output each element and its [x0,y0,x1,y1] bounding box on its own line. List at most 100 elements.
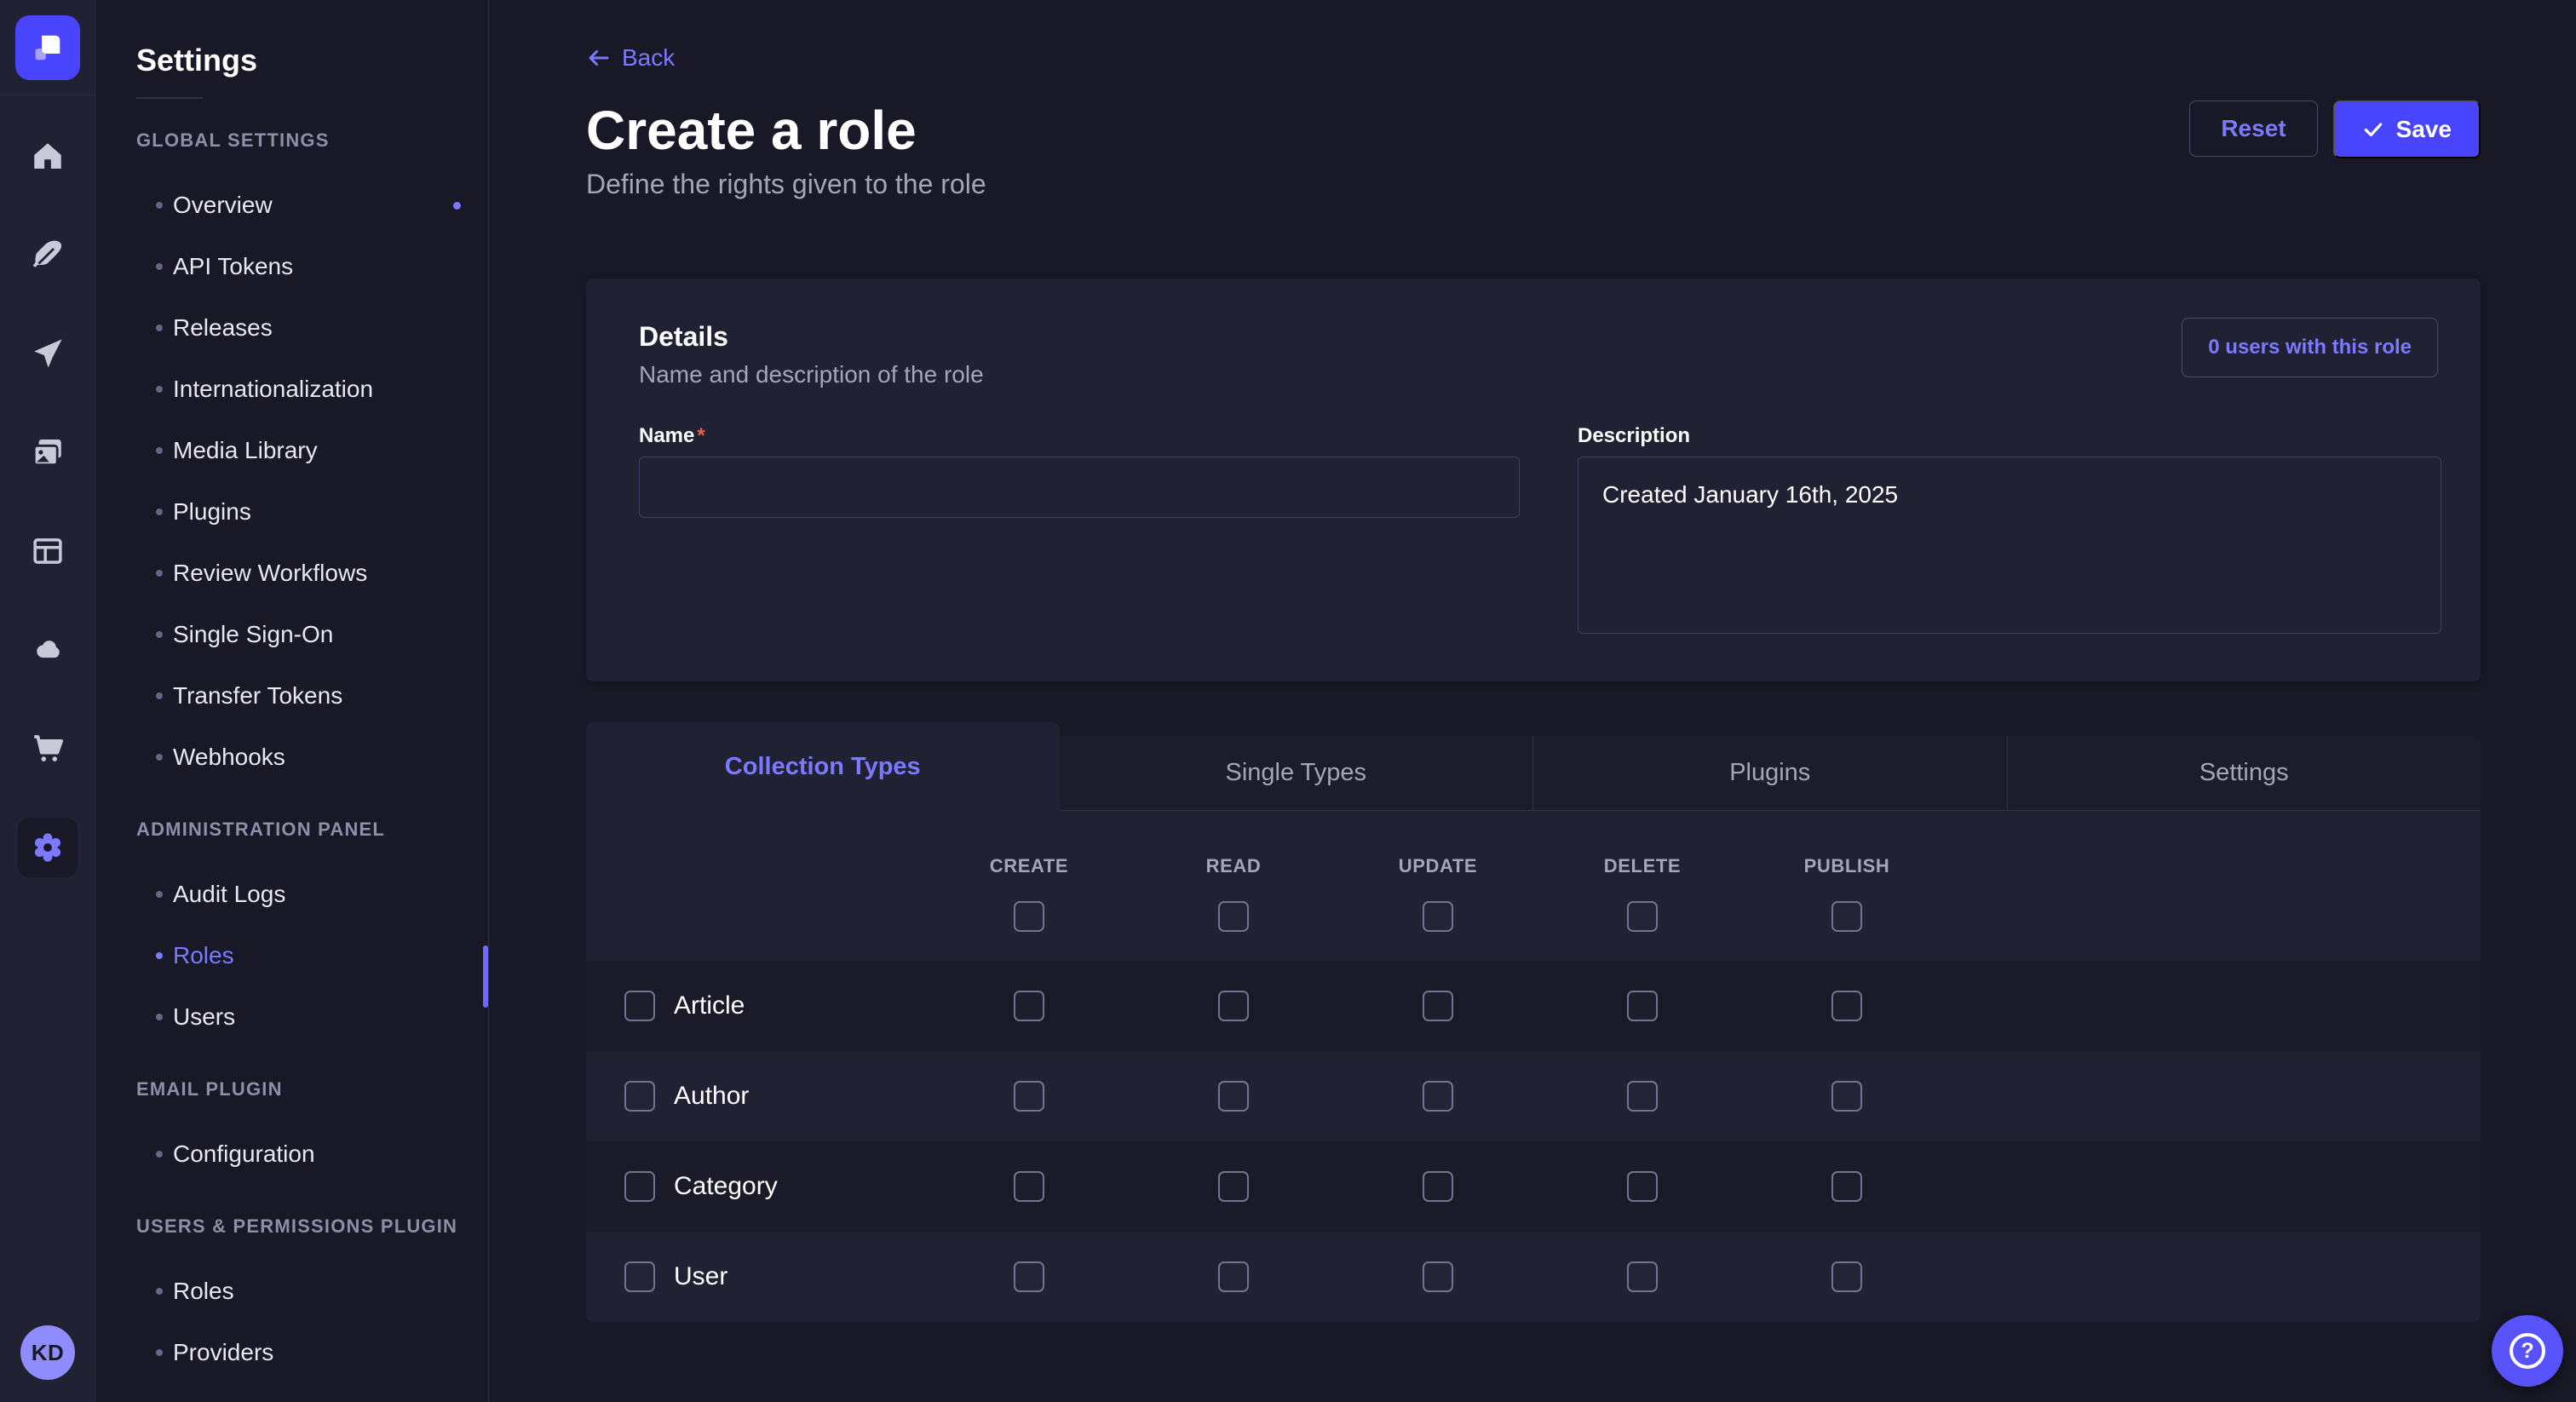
back-link[interactable]: Back [586,44,675,72]
back-arrow-icon [586,45,612,71]
home-icon[interactable] [18,126,78,186]
perm-checkbox-user-publish[interactable] [1831,1261,1862,1292]
perm-cell [1336,1081,1540,1112]
select-all-create-checkbox[interactable] [1014,901,1044,932]
subnav-item-label: Configuration [173,1141,315,1168]
subnav-item-internationalization[interactable]: Internationalization [95,359,488,420]
row-select-checkbox-user[interactable] [624,1261,655,1292]
perm-cell [1336,991,1540,1021]
subnav-item-overview[interactable]: Overview [95,175,488,236]
details-heading: Details [639,321,2441,353]
perm-cell [1540,1081,1745,1112]
subnav-item-releases[interactable]: Releases [95,297,488,359]
subnav-item-label: Providers [173,1339,273,1366]
select-all-publish-checkbox[interactable] [1831,901,1862,932]
perm-checkbox-user-delete[interactable] [1627,1261,1658,1292]
bullet-icon [156,754,163,761]
subnav-item-transfer-tokens[interactable]: Transfer Tokens [95,665,488,727]
perm-checkbox-user-read[interactable] [1218,1261,1249,1292]
user-avatar[interactable]: KD [20,1325,75,1380]
perm-checkbox-article-read[interactable] [1218,991,1249,1021]
perm-checkbox-category-publish[interactable] [1831,1171,1862,1202]
tab-collection-types[interactable]: Collection Types [586,722,1060,811]
subnav-item-roles[interactable]: Roles [95,925,488,986]
perm-checkbox-article-create[interactable] [1014,991,1044,1021]
subnav-item-api-tokens[interactable]: API Tokens [95,236,488,297]
perm-row-author: Author [586,1051,2481,1141]
bullet-icon [156,631,163,638]
subnav-item-label: Releases [173,314,273,342]
perm-cell [1336,1171,1540,1202]
subnav-item-audit-logs[interactable]: Audit Logs [95,864,488,925]
settings-gear-icon[interactable] [18,818,78,877]
subnav-item-providers[interactable]: Providers [95,1322,488,1383]
perm-checkbox-author-read[interactable] [1218,1081,1249,1112]
perm-row-article: Article [586,961,2481,1051]
perm-checkbox-category-read[interactable] [1218,1171,1249,1202]
subnav-section-header: ADMINISTRATION PANEL [95,808,488,851]
send-plane-icon[interactable] [18,324,78,383]
description-textarea[interactable]: Created January 16th, 2025 [1578,457,2441,634]
subnav-item-roles[interactable]: Roles [95,1261,488,1322]
save-button[interactable]: Save [2333,101,2481,158]
subnav-item-list: Overview API Tokens Releases Internationali… [95,175,488,788]
perm-cell [1745,1171,1949,1202]
details-fields: Name* Description Created January 16th, … [639,424,2441,638]
permissions-tabbar: Collection TypesSingle TypesPluginsSetti… [586,722,2481,811]
perm-checkbox-user-create[interactable] [1014,1261,1044,1292]
bullet-icon [156,202,163,209]
perm-cell [1745,991,1949,1021]
reset-button[interactable]: Reset [2189,101,2317,157]
name-label-text: Name [639,424,694,447]
subnav-item-label: Transfer Tokens [173,682,342,710]
name-input[interactable] [639,457,1520,518]
subnav-item-plugins[interactable]: Plugins [95,481,488,543]
perm-checkbox-author-delete[interactable] [1627,1081,1658,1112]
subnav-scrollbar-thumb[interactable] [483,945,488,1008]
subnav-item-review-workflows[interactable]: Review Workflows [95,543,488,604]
subnav-item-media-library[interactable]: Media Library [95,420,488,481]
subnav-item-single-sign-on[interactable]: Single Sign-On [95,604,488,665]
subnav-sections: GLOBAL SETTINGSOverviewAPI TokensRelease… [95,119,488,1383]
perm-checkbox-author-publish[interactable] [1831,1081,1862,1112]
row-select-checkbox-author[interactable] [624,1081,655,1112]
bullet-icon [156,1349,163,1356]
help-button[interactable]: ? [2492,1315,2563,1387]
perm-column-delete: DELETE [1540,811,1745,961]
tab-single-types[interactable]: Single Types [1060,736,1533,811]
select-all-update-checkbox[interactable] [1423,901,1453,932]
subnav-item-list: Roles Providers [95,1261,488,1383]
question-mark-icon: ? [2510,1333,2545,1369]
media-images-icon[interactable] [18,422,78,482]
perm-checkbox-category-update[interactable] [1423,1171,1453,1202]
perm-checkbox-author-update[interactable] [1423,1081,1453,1112]
perm-checkbox-article-publish[interactable] [1831,991,1862,1021]
perm-row-user: User [586,1232,2481,1322]
select-all-delete-checkbox[interactable] [1627,901,1658,932]
perm-checkbox-article-delete[interactable] [1627,991,1658,1021]
perm-checkbox-category-delete[interactable] [1627,1171,1658,1202]
subnav-item-label: Overview [173,192,273,219]
cloud-icon[interactable] [18,620,78,680]
subnav-item-users[interactable]: Users [95,986,488,1048]
marketplace-cart-icon[interactable] [18,719,78,779]
row-select-checkbox-category[interactable] [624,1171,655,1202]
layout-icon[interactable] [18,521,78,581]
row-select-checkbox-article[interactable] [624,991,655,1021]
subnav-item-webhooks[interactable]: Webhooks [95,727,488,788]
perm-checkbox-author-create[interactable] [1014,1081,1044,1112]
perm-checkbox-user-update[interactable] [1423,1261,1453,1292]
subnav-item-label: API Tokens [173,253,293,280]
bullet-icon [156,570,163,577]
content-feather-icon[interactable] [18,225,78,284]
bullet-icon [156,325,163,331]
perm-checkbox-article-update[interactable] [1423,991,1453,1021]
name-label: Name* [639,424,1520,448]
select-all-read-checkbox[interactable] [1218,901,1249,932]
subnav-item-configuration[interactable]: Configuration [95,1123,488,1185]
tab-plugins[interactable]: Plugins [1532,736,2007,811]
tab-settings[interactable]: Settings [2007,736,2481,811]
users-with-role-button[interactable]: 0 users with this role [2182,318,2438,377]
perm-checkbox-category-create[interactable] [1014,1171,1044,1202]
strapi-logo[interactable] [15,15,80,80]
